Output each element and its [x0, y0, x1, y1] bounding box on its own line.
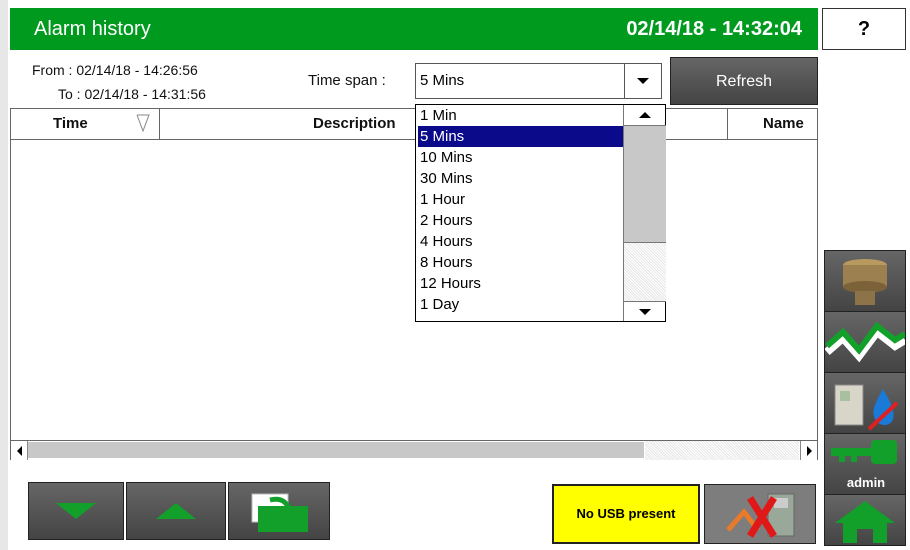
chevron-down-icon — [637, 78, 649, 84]
scroll-right-button[interactable] — [800, 441, 817, 460]
scroll-track[interactable] — [624, 243, 666, 301]
triangle-down-icon — [56, 503, 96, 519]
arrow-left-icon — [16, 445, 22, 456]
export-button[interactable] — [228, 482, 330, 540]
sort-icon[interactable] — [135, 113, 151, 133]
scroll-down-page-button[interactable] — [28, 482, 124, 540]
scroll-left-button[interactable] — [11, 441, 28, 460]
dropdown-option[interactable]: 1 Min — [418, 105, 624, 126]
time-span-value: 5 Mins — [420, 72, 465, 89]
dropdown-scrollbar[interactable] — [623, 105, 666, 321]
usb-status-badge: No USB present — [552, 484, 700, 544]
dropdown-option[interactable]: 10 Mins — [418, 147, 624, 168]
arrow-right-icon — [806, 445, 812, 456]
tank-icon — [843, 259, 887, 305]
dropdown-option[interactable]: 2 Hours — [418, 210, 624, 231]
datetime-display: 02/14/18 - 14:32:04 — [626, 18, 802, 40]
dropdown-option-selected[interactable]: 5 Mins — [418, 126, 624, 147]
alarm-table: Time Description Name — [10, 108, 818, 460]
column-header-name[interactable]: Name — [763, 109, 804, 139]
dropdown-option[interactable]: 8 Hours — [418, 252, 624, 273]
folder-export-icon — [251, 493, 308, 532]
title-bar: Alarm history 02/14/18 - 14:32:04 — [10, 8, 818, 50]
from-range: From : 02/14/18 - 14:26:56 — [32, 62, 198, 78]
to-range: To : 02/14/18 - 14:31:56 — [58, 86, 206, 102]
sidebar-item-user[interactable]: admin — [824, 433, 906, 495]
time-span-label: Time span : — [308, 72, 386, 89]
home-icon — [835, 501, 895, 543]
column-divider[interactable] — [727, 109, 728, 139]
usb-disconnected-icon — [726, 493, 795, 538]
column-header-description[interactable]: Description — [313, 109, 396, 139]
page-title: Alarm history — [34, 18, 151, 40]
from-label: From : — [32, 62, 77, 78]
dropdown-option[interactable]: 30 Mins — [418, 168, 624, 189]
sidebar-item-trends[interactable] — [824, 311, 908, 373]
column-header-time[interactable]: Time — [53, 109, 88, 139]
arrow-down-icon — [639, 309, 651, 315]
dropdown-option[interactable]: 4 Hours — [418, 231, 624, 252]
help-button[interactable]: ? — [822, 8, 906, 50]
scroll-down-button[interactable] — [624, 301, 666, 322]
scroll-thumb[interactable] — [624, 126, 666, 243]
from-value: 02/14/18 - 14:26:56 — [76, 62, 198, 78]
sidebar-item-tank[interactable] — [824, 250, 906, 312]
column-divider[interactable] — [159, 109, 160, 139]
table-header: Time Description Name — [11, 109, 817, 140]
window-frame — [0, 0, 8, 550]
dropdown-option[interactable]: 1 Day — [418, 294, 624, 315]
user-name: admin — [846, 475, 886, 490]
refresh-button[interactable]: Refresh — [670, 57, 818, 105]
home-button[interactable] — [824, 494, 906, 546]
key-icon — [831, 440, 897, 464]
scroll-thumb[interactable] — [28, 442, 644, 458]
triangle-up-icon — [156, 503, 196, 519]
arrow-up-icon — [639, 112, 651, 118]
dropdown-option[interactable]: 12 Hours — [418, 273, 624, 294]
time-span-dropdown: 1 Min 5 Mins 10 Mins 30 Mins 1 Hour 2 Ho… — [415, 104, 666, 322]
to-value: 02/14/18 - 14:31:56 — [84, 86, 206, 102]
scroll-up-button[interactable] — [624, 105, 666, 126]
sidebar-item-purification[interactable] — [824, 372, 906, 434]
horizontal-scrollbar[interactable] — [11, 440, 817, 460]
scroll-track[interactable] — [645, 441, 799, 460]
scroll-up-page-button[interactable] — [126, 482, 226, 540]
trend-chart-icon — [824, 321, 908, 363]
to-label: To : — [58, 86, 85, 102]
dropdown-toggle[interactable] — [624, 64, 661, 98]
usb-status-icon-button — [704, 484, 816, 544]
time-span-select[interactable]: 5 Mins — [415, 63, 662, 99]
water-unit-icon — [834, 384, 899, 431]
dropdown-option[interactable]: 1 Hour — [418, 189, 624, 210]
